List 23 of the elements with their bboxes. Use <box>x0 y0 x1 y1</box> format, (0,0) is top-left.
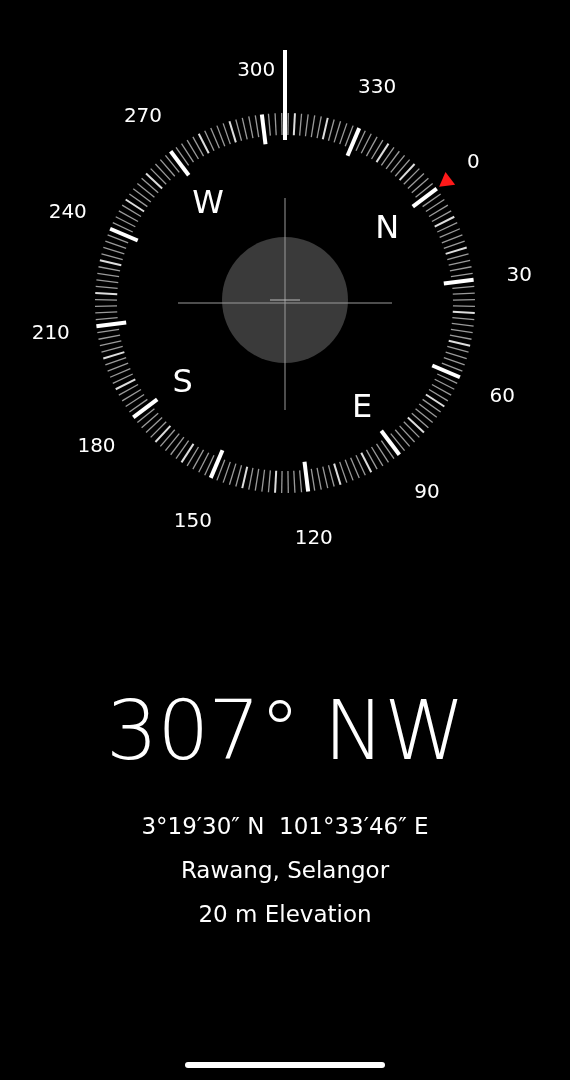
location-text: Rawang, Selangor <box>180 856 390 884</box>
degree-label: 180 <box>77 433 116 458</box>
north-marker-icon <box>439 172 456 187</box>
degree-label: 60 <box>489 383 515 408</box>
elevation-text: 20 m Elevation <box>198 900 372 928</box>
direction-reading: NW <box>323 690 464 772</box>
degree-label: 0 <box>467 148 480 173</box>
degree-label: 30 <box>506 262 532 287</box>
degree-label: 240 <box>48 198 87 223</box>
cardinal-label: S <box>172 362 193 401</box>
degree-label: 120 <box>294 525 333 550</box>
cardinal-label: N <box>375 207 400 246</box>
degree-label: 90 <box>414 479 440 504</box>
degree-label: 210 <box>31 319 70 344</box>
degree-label: 270 <box>123 102 163 127</box>
degree-label: 150 <box>173 508 212 533</box>
cardinal-label: E <box>351 387 373 426</box>
heading-reading: 307° <box>106 690 300 772</box>
cardinal-label: W <box>192 182 224 221</box>
degree-label: 330 <box>358 73 397 98</box>
home-indicator[interactable] <box>185 1062 385 1068</box>
coordinates-text: 3°19′30″ N 101°33′46″ E <box>141 812 429 840</box>
degree-label: 300 <box>237 56 276 81</box>
